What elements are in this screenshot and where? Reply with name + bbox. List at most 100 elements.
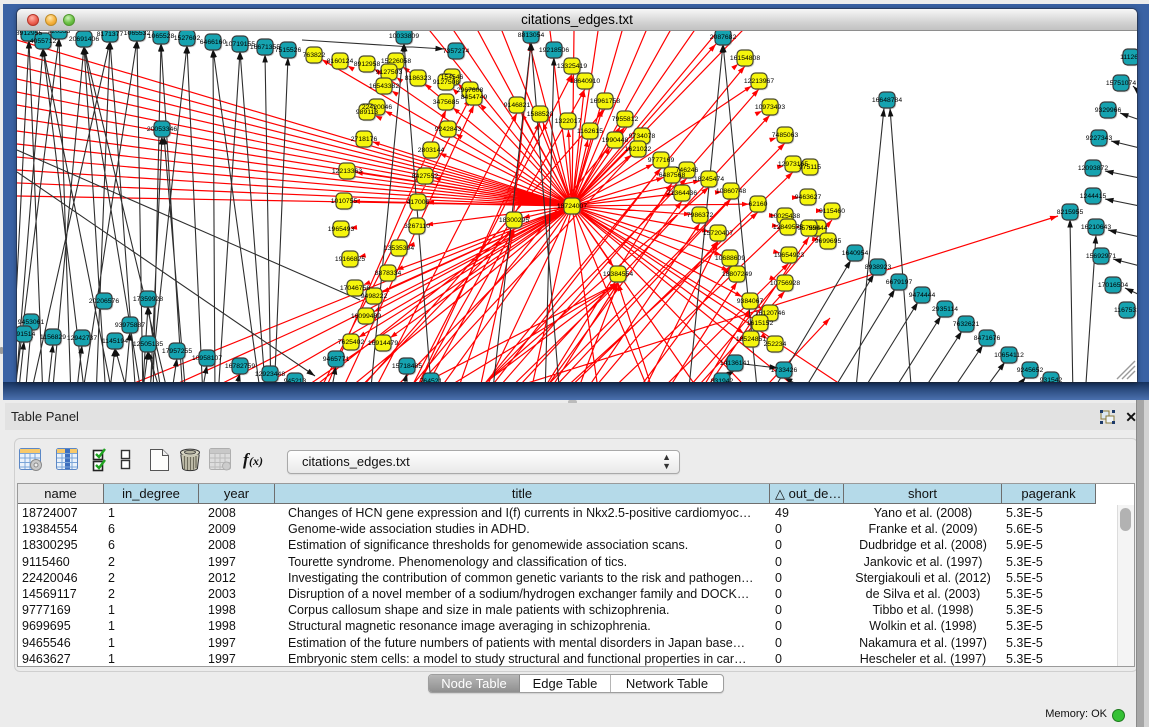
svg-text:9699695: 9699695	[815, 238, 842, 245]
svg-text:1733426: 1733426	[771, 367, 798, 374]
svg-text:13325419: 13325419	[557, 63, 587, 70]
svg-text:252234: 252234	[764, 341, 787, 348]
svg-text:417006: 417006	[407, 199, 430, 206]
svg-text:957594: 957594	[798, 225, 821, 232]
svg-text:10033809: 10033809	[389, 33, 419, 40]
svg-text:20691406: 20691406	[69, 36, 99, 43]
svg-text:1162615: 1162615	[577, 128, 603, 135]
svg-text:13535394: 13535394	[384, 245, 414, 252]
svg-text:9463627: 9463627	[795, 194, 822, 201]
svg-text:10958107: 10958107	[192, 355, 222, 362]
svg-text:9474444: 9474444	[909, 292, 936, 299]
svg-text:8471676: 8471676	[974, 335, 1001, 342]
svg-text:6466160: 6466160	[200, 39, 227, 46]
svg-text:16154808: 16154808	[730, 55, 760, 62]
svg-text:7485063: 7485063	[772, 132, 799, 139]
svg-text:9242843: 9242843	[435, 126, 462, 133]
svg-text:19218506: 19218506	[539, 47, 569, 54]
svg-text:7357274: 7357274	[443, 48, 470, 55]
svg-text:1244415: 1244415	[1080, 193, 1107, 200]
svg-text:8912958: 8912958	[354, 61, 381, 68]
svg-text:1065532: 1065532	[124, 31, 151, 37]
svg-text:9777169: 9777169	[648, 157, 675, 164]
svg-text:7632621: 7632621	[953, 321, 980, 328]
svg-text:1527602: 1527602	[174, 35, 201, 42]
svg-text:1322017: 1322017	[555, 118, 582, 125]
svg-text:10756928: 10756928	[770, 280, 800, 287]
svg-text:920533: 920533	[48, 31, 71, 35]
svg-text:8454749: 8454749	[461, 94, 488, 101]
svg-text:1990448: 1990448	[602, 137, 629, 144]
svg-text:9245652: 9245652	[1017, 367, 1044, 374]
svg-text:9146821: 9146821	[504, 102, 531, 109]
svg-text:93975887: 93975887	[115, 322, 145, 329]
svg-text:18300295: 18300295	[499, 217, 529, 224]
svg-text:15718485: 15718485	[392, 363, 422, 370]
svg-text:9465771: 9465771	[323, 356, 350, 363]
svg-text:10688609: 10688609	[715, 255, 745, 262]
svg-text:7986372: 7986372	[687, 212, 714, 219]
svg-text:931542: 931542	[1040, 377, 1063, 382]
svg-text:8171377: 8171377	[97, 31, 124, 38]
svg-text:15720407: 15720407	[703, 230, 733, 237]
svg-text:62160: 62160	[749, 201, 768, 208]
svg-text:15692971: 15692971	[1086, 253, 1116, 260]
svg-text:(x): (x)	[249, 454, 263, 468]
svg-text:2935114: 2935114	[932, 306, 958, 313]
svg-text:9227343: 9227343	[1086, 135, 1113, 142]
svg-text:18245474: 18245474	[694, 176, 724, 183]
svg-text:9384067: 9384067	[737, 298, 764, 305]
svg-text:17359928: 17359928	[133, 296, 163, 303]
svg-text:975115: 975115	[799, 164, 821, 171]
svg-text:10973493: 10973493	[755, 104, 785, 111]
svg-text:12923448: 12923448	[255, 371, 285, 378]
svg-text:9127508: 9127508	[433, 79, 460, 86]
svg-text:7625402: 7625402	[338, 339, 365, 346]
svg-text:8813054: 8813054	[518, 32, 545, 39]
svg-text:9329966: 9329966	[1095, 107, 1122, 114]
svg-text:12213363: 12213363	[332, 168, 362, 175]
svg-text:9498222: 9498222	[361, 293, 388, 300]
svg-text:19384554: 19384554	[603, 271, 633, 278]
svg-text:8160124: 8160124	[327, 58, 354, 65]
svg-text:17957255: 17957255	[162, 348, 192, 355]
svg-text:14136141: 14136141	[720, 360, 750, 367]
svg-text:21364436: 21364436	[667, 190, 697, 197]
svg-text:9734078: 9734078	[629, 133, 656, 140]
svg-text:7955812: 7955812	[612, 116, 639, 123]
svg-text:1588520: 1588520	[527, 111, 554, 118]
svg-text:16914479: 16914479	[368, 340, 398, 347]
svg-text:17046756: 17046756	[340, 285, 370, 292]
svg-text:18640910: 18640910	[570, 78, 600, 85]
svg-text:1615152: 1615152	[747, 320, 774, 327]
svg-text:12505135: 12505135	[133, 341, 163, 348]
svg-text:6679197: 6679197	[886, 279, 913, 286]
svg-text:1640954: 1640954	[842, 250, 869, 257]
svg-text:16099489: 16099489	[351, 313, 381, 320]
svg-text:18724007: 18724007	[557, 203, 587, 210]
svg-text:16120746: 16120746	[755, 310, 785, 317]
svg-text:4055712: 4055712	[30, 38, 57, 45]
svg-text:12213967: 12213967	[744, 78, 774, 85]
svg-text:19654923: 19654923	[774, 252, 804, 259]
svg-text:8912955: 8912955	[17, 31, 42, 37]
svg-text:16782759: 16782759	[225, 363, 255, 370]
svg-text:12942737: 12942737	[67, 335, 97, 342]
svg-text:1156829: 1156829	[40, 334, 66, 341]
svg-text:8938923: 8938923	[865, 264, 892, 271]
svg-text:6487568: 6487568	[659, 172, 686, 179]
svg-text:1621022: 1621022	[625, 146, 652, 153]
svg-text:10654112: 10654112	[994, 352, 1024, 359]
svg-text:763822: 763822	[303, 52, 326, 59]
svg-text:9127503: 9127503	[376, 69, 403, 76]
svg-text:9115460: 9115460	[819, 208, 845, 215]
svg-text:1167533: 1167533	[1114, 307, 1137, 314]
svg-text:3475685: 3475685	[433, 99, 460, 106]
svg-text:1965493: 1965493	[328, 226, 355, 233]
svg-text:17016504: 17016504	[1098, 282, 1128, 289]
svg-text:16648784: 16648784	[872, 97, 902, 104]
svg-text:10860748: 10860748	[716, 188, 746, 195]
svg-text:15751074: 15751074	[1106, 80, 1136, 87]
svg-text:2087682: 2087682	[710, 34, 737, 41]
svg-text:764521: 764521	[420, 378, 443, 382]
